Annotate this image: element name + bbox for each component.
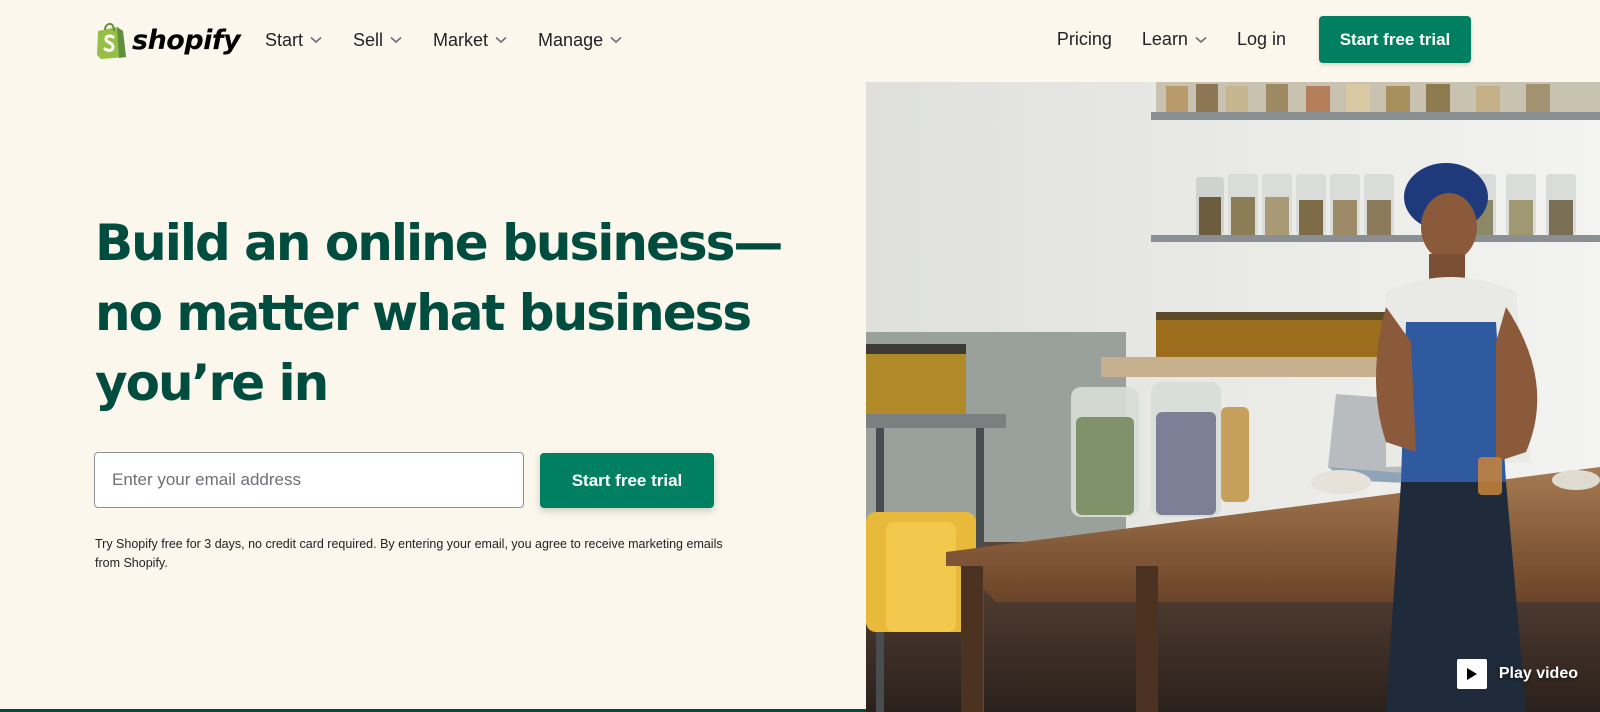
headline-line: no matter what business — [95, 284, 752, 342]
nav-learn[interactable]: Learn — [1142, 29, 1207, 50]
play-video-label: Play video — [1498, 665, 1578, 682]
play-icon — [1456, 659, 1487, 689]
chevron-down-icon — [1195, 36, 1207, 43]
nav-market[interactable]: Market — [433, 26, 507, 54]
chevron-down-icon — [310, 36, 322, 44]
email-input[interactable] — [94, 452, 524, 508]
hero-photo — [866, 82, 1600, 712]
chevron-down-icon — [495, 36, 507, 44]
primary-nav: Start Sell Market Manage — [265, 26, 653, 54]
shopify-logo[interactable]: shopify — [95, 20, 241, 60]
hero-image: Play video — [866, 82, 1600, 712]
chevron-down-icon — [610, 36, 622, 44]
hero-headline: Build an online business— no matter what… — [95, 208, 783, 418]
site-header: shopify Start Sell Market Manage Pricing… — [0, 0, 1600, 82]
shopify-bag-icon — [97, 22, 126, 59]
header-start-trial-button[interactable]: Start free trial — [1319, 16, 1471, 63]
headline-line: Build an online business— — [95, 214, 783, 272]
nav-sell-label: Sell — [353, 29, 384, 50]
nav-pricing[interactable]: Pricing — [1057, 29, 1112, 50]
play-video-button[interactable]: Play video — [1456, 659, 1578, 689]
nav-manage-label: Manage — [538, 29, 604, 50]
nav-market-label: Market — [433, 29, 489, 50]
nav-start[interactable]: Start — [265, 26, 322, 54]
nav-login[interactable]: Log in — [1237, 29, 1286, 50]
nav-sell[interactable]: Sell — [353, 26, 402, 54]
headline-line: you’re in — [95, 354, 329, 412]
nav-learn-label: Learn — [1141, 29, 1188, 49]
secondary-nav: Pricing Learn Log in Start free trial — [1057, 16, 1600, 63]
hero-start-trial-button[interactable]: Start free trial — [540, 453, 714, 508]
chevron-down-icon — [390, 36, 402, 44]
nav-start-label: Start — [265, 29, 304, 50]
nav-manage[interactable]: Manage — [538, 26, 622, 54]
trial-disclaimer: Try Shopify free for 3 days, no credit c… — [95, 537, 723, 570]
logo-wordmark: shopify — [132, 24, 241, 56]
